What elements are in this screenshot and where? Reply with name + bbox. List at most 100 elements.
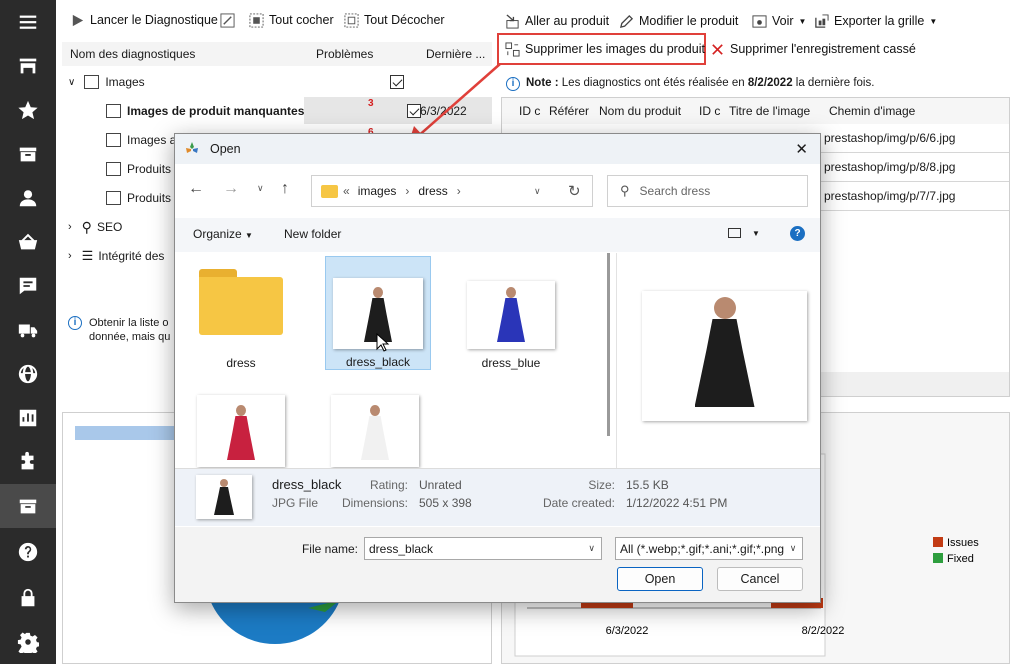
file-pane: dress dress_black dress_blue	[175, 253, 609, 468]
tree-row-integrity[interactable]: › ☰ Intégrité des	[62, 244, 164, 268]
file-tile-dress-red[interactable]	[193, 393, 289, 468]
file-name-input[interactable]: dress_black ∨	[364, 537, 602, 560]
forward-arrow-icon[interactable]: →	[223, 180, 239, 198]
grid-col-image-title[interactable]: Titre de l'image	[729, 98, 810, 124]
cancel-button[interactable]: Cancel	[717, 567, 803, 591]
mouse-cursor-icon	[376, 333, 390, 352]
grid-col-product-name[interactable]: Nom du produit	[599, 98, 681, 124]
checklist-icon: ☰	[81, 248, 94, 263]
image-alert-icon	[106, 104, 121, 118]
up-arrow-icon[interactable]: ↑	[281, 180, 289, 198]
col-issues[interactable]: Problèmes	[316, 47, 373, 61]
col-diagnostic-name[interactable]: Nom des diagnostiques	[70, 47, 195, 61]
chevron-down-icon[interactable]: ∨	[68, 77, 75, 88]
tree-row-produits-2[interactable]: Produits	[62, 186, 171, 210]
close-icon[interactable]: ✕	[795, 140, 808, 158]
uncheck-all-label: Tout Décocher	[364, 13, 445, 27]
goto-product-button[interactable]: Aller au produit	[505, 10, 609, 32]
view-label: Voir	[772, 14, 794, 28]
organize-button[interactable]: Organize ▼	[193, 227, 253, 241]
grid-cell-path[interactable]: prestashop/img/p/7/7.jpg	[824, 189, 955, 203]
star-icon[interactable]	[0, 88, 56, 132]
grid-col-image-path[interactable]: Chemin d'image	[829, 98, 915, 124]
delete-product-images-button[interactable]: Supprimer les images du produit	[505, 38, 705, 60]
caret-down-icon: ▼	[798, 16, 807, 26]
view-button[interactable]: Voir ▼	[752, 10, 806, 32]
help-icon[interactable]	[0, 530, 56, 574]
note-date: 8/2/2022	[747, 77, 793, 89]
grid-col-id[interactable]: ID c	[519, 98, 540, 124]
export-grid-button[interactable]: Exporter la grille ▼	[814, 10, 937, 32]
address-bar[interactable]: « images › dress › ∨ ↻	[311, 175, 593, 207]
info-icon: i	[68, 316, 82, 330]
note-text: Les diagnostics ont étés réalisée en	[558, 77, 748, 89]
globe-icon[interactable]	[0, 352, 56, 396]
edit-product-button[interactable]: Modifier le produit	[619, 10, 738, 32]
file-tile-dress-blue[interactable]: dress_blue	[463, 263, 559, 373]
search-box[interactable]: ⚲ Search dress	[607, 175, 808, 207]
picture-edit-icon	[220, 12, 235, 28]
product-icon	[106, 162, 121, 176]
goto-product-label: Aller au produit	[525, 14, 610, 28]
uncheck-all-button[interactable]: Tout Décocher	[344, 9, 445, 31]
details-file-name: dress_black	[272, 477, 342, 492]
chevron-right-icon[interactable]: ›	[68, 250, 72, 262]
refresh-icon[interactable]: ↻	[568, 182, 581, 200]
tree-row-seo[interactable]: › ⚲ SEO	[62, 215, 122, 239]
chevron-down-icon[interactable]: ∨	[784, 538, 802, 559]
view-layout-icon[interactable]	[728, 228, 741, 238]
file-tile-folder[interactable]: dress	[193, 263, 289, 373]
details-rating[interactable]: Unrated	[419, 478, 462, 492]
open-dialog: Open ✕ ← → ∨ ↑ « images › dress › ∨ ↻ ⚲ …	[174, 133, 821, 603]
dialog-titlebar[interactable]: Open ✕	[175, 134, 820, 164]
grid-cell-path[interactable]: prestashop/img/p/6/6.jpg	[824, 131, 955, 145]
file-tile-dress-white[interactable]	[327, 393, 423, 468]
tree-row-images-a[interactable]: Images a	[62, 128, 176, 152]
breadcrumb-overflow-icon[interactable]: «	[343, 184, 350, 198]
puzzle-icon[interactable]	[0, 440, 56, 484]
dress-figure	[494, 287, 528, 349]
new-folder-button[interactable]: New folder	[284, 227, 341, 241]
chevron-down-icon[interactable]: ∨	[588, 543, 595, 554]
chart-icon[interactable]	[0, 396, 56, 440]
grid-cell-path[interactable]: prestashop/img/p/8/8.jpg	[824, 160, 955, 174]
legend-swatch-issues	[933, 537, 943, 547]
recent-chevron-icon[interactable]: ∨	[257, 183, 264, 194]
message-icon[interactable]	[0, 264, 56, 308]
back-arrow-icon[interactable]: ←	[188, 180, 204, 198]
truck-icon[interactable]	[0, 308, 56, 352]
basket-icon[interactable]	[0, 220, 56, 264]
pie-title-bar	[75, 426, 175, 440]
breadcrumb-images[interactable]: images	[358, 184, 397, 198]
tree-row-images[interactable]: ∨ Images	[62, 70, 145, 94]
delete-broken-record-button[interactable]: Supprimer l'enregistrement cassé	[710, 38, 916, 60]
legend-swatch-fixed	[933, 553, 943, 563]
breadcrumb-dress[interactable]: dress	[418, 184, 447, 198]
grid-col-id-image[interactable]: ID c	[699, 98, 720, 124]
open-button[interactable]: Open	[617, 567, 703, 591]
grid-col-ref[interactable]: Référer	[549, 98, 589, 124]
edit-diagnostic-button[interactable]	[220, 9, 235, 31]
tree-row-missing-images[interactable]: Images de produit manquantes	[62, 99, 304, 123]
address-dropdown-icon[interactable]: ∨	[534, 186, 541, 197]
file-tile-dress-black[interactable]: dress_black	[325, 256, 431, 370]
box-icon[interactable]	[0, 132, 56, 176]
inbox-icon[interactable]	[0, 484, 56, 528]
legend-label-fixed: Fixed	[947, 553, 974, 565]
caret-down-icon[interactable]: ▼	[752, 229, 760, 238]
tree-label-seo: SEO	[96, 220, 123, 234]
tree-row-produits-1[interactable]: Produits	[62, 157, 171, 181]
details-date: 1/12/2022 4:51 PM	[626, 496, 728, 510]
settings-icon[interactable]	[0, 620, 56, 664]
file-type-select[interactable]: All (*.webp;*.gif;*.ani;*.gif;*.png ∨	[615, 537, 803, 560]
run-diagnostic-button[interactable]: Lancer le Diagnostique	[70, 9, 218, 31]
check-all-button[interactable]: Tout cocher	[249, 9, 334, 31]
menu-icon[interactable]	[0, 0, 56, 44]
arrow-into-icon	[506, 13, 519, 29]
lock-icon[interactable]	[0, 576, 56, 620]
file-pane-scrollbar[interactable]	[607, 253, 610, 436]
user-icon[interactable]	[0, 176, 56, 220]
chevron-right-icon[interactable]: ›	[68, 221, 72, 233]
store-icon[interactable]	[0, 44, 56, 88]
help-icon[interactable]: ?	[790, 226, 805, 241]
